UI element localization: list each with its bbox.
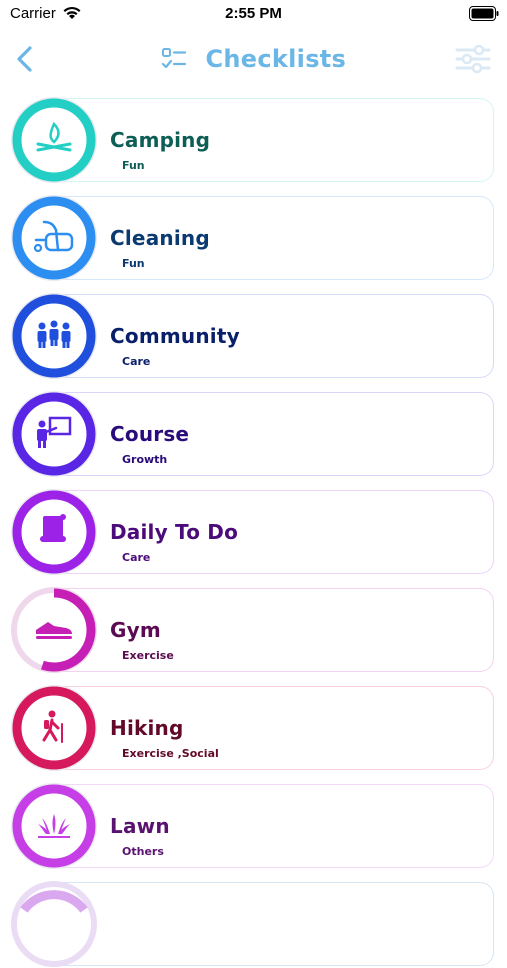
list-item-cleaning[interactable]: Cleaning Fun — [10, 194, 495, 281]
list-item-hiking[interactable]: Hiking Exercise ,Social — [10, 684, 495, 771]
progress-ring — [11, 783, 97, 869]
page-title-text: Checklists — [205, 45, 347, 73]
list-item-category: Fun — [122, 257, 145, 270]
status-bar: Carrier 2:55 PM — [0, 0, 507, 28]
list-item-partial[interactable] — [10, 880, 495, 967]
nav-bar: Checklists — [0, 28, 507, 90]
filter-sliders-icon[interactable] — [455, 42, 491, 76]
list-item-name: Hiking — [110, 716, 184, 740]
list-item-category: Exercise ,Social — [122, 747, 219, 760]
progress-ring — [11, 881, 97, 967]
progress-ring — [11, 97, 97, 183]
page-title: Checklists — [0, 44, 507, 73]
list-item-category: Growth — [122, 453, 168, 466]
list-item-camping[interactable]: Camping Fun — [10, 96, 495, 183]
list-item-community[interactable]: Community Care — [10, 292, 495, 379]
progress-ring — [11, 293, 97, 379]
list-item-name: Cleaning — [110, 226, 210, 250]
checklist-icon — [161, 48, 186, 69]
progress-ring — [11, 489, 97, 575]
list-item-name: Daily To Do — [110, 520, 239, 544]
list-item-name: Course — [110, 422, 190, 446]
list-item-course[interactable]: Course Growth — [10, 390, 495, 477]
battery-icon — [469, 6, 499, 21]
list-item-category: Exercise — [122, 649, 174, 662]
list-item-name: Gym — [110, 618, 161, 642]
progress-ring — [11, 195, 97, 281]
list-item-name: Lawn — [110, 814, 170, 838]
clock-time: 2:55 PM — [225, 5, 282, 22]
list-item-gym[interactable]: Gym Exercise — [10, 586, 495, 673]
list-item-daily-to-do[interactable]: Daily To Do Care — [10, 488, 495, 575]
list-item-name: Community — [110, 324, 240, 348]
progress-ring — [11, 685, 97, 771]
scroll-icon — [40, 514, 66, 542]
list-item-category: Fun — [122, 159, 145, 172]
progress-ring — [11, 587, 97, 673]
list-item-name: Camping — [110, 128, 211, 152]
list-item-category: Care — [122, 355, 151, 368]
list-item-card[interactable] — [50, 882, 494, 966]
list-item-category: Others — [122, 845, 164, 858]
list-item-category: Care — [122, 551, 151, 564]
progress-ring — [11, 391, 97, 477]
list-item-lawn[interactable]: Lawn Others — [10, 782, 495, 869]
